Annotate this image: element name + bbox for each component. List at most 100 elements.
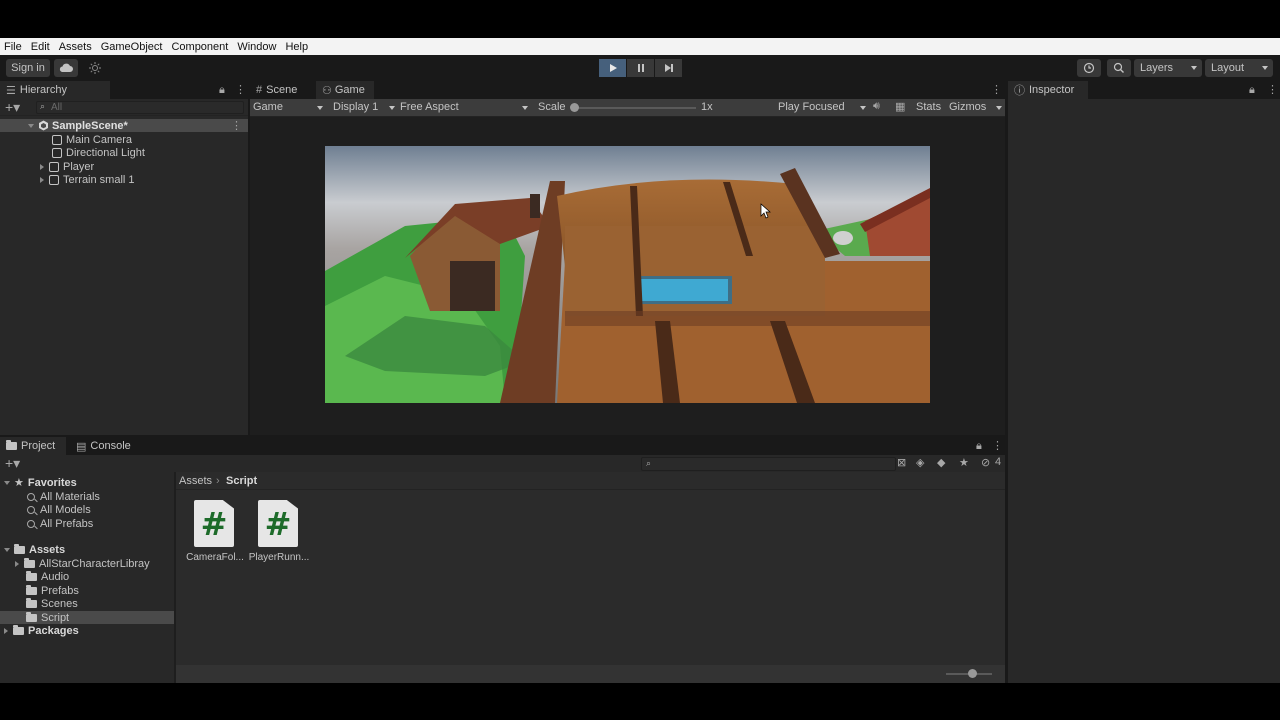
gameobject-icon (49, 161, 59, 172)
cloud-button[interactable] (54, 59, 78, 77)
expand-arrow-icon[interactable] (40, 176, 44, 183)
layers-dropdown[interactable]: Layers (1134, 59, 1202, 77)
stats-button[interactable]: Stats (916, 101, 941, 113)
aspect-dropdown[interactable]: Free Aspect (400, 101, 528, 115)
favorite-item-label: All Prefabs (40, 517, 94, 530)
search-icon (27, 519, 35, 528)
play-controls (599, 59, 682, 77)
scene-root[interactable]: SampleScene* ⋮ (0, 119, 248, 132)
assets-folder[interactable]: Assets (0, 543, 65, 556)
history-button[interactable] (1077, 59, 1101, 77)
search-button[interactable] (1107, 59, 1131, 77)
kebab-menu-icon[interactable]: ⋮ (991, 83, 1002, 96)
gizmos-label: Gizmos (949, 101, 987, 113)
project-folder-tree: ★ Favorites All Materials All Models All… (0, 473, 174, 683)
breadcrumb-script[interactable]: Script (226, 475, 257, 487)
kebab-menu-icon[interactable]: ⋮ (231, 119, 242, 132)
search-options-icon[interactable]: ⊠ (897, 456, 906, 469)
gizmos-dropdown[interactable]: Gizmos (949, 101, 1002, 115)
favorite-item-label: All Materials (40, 490, 100, 503)
hidden-eye-icon[interactable]: ⊘ (981, 456, 990, 469)
lock-icon[interactable]: 🔒︎ (1249, 84, 1255, 97)
script-glyph: # (264, 504, 292, 543)
csharp-script-icon[interactable]: # (194, 500, 234, 547)
tab-console[interactable]: ▤ Console (70, 437, 140, 455)
folder-icon (6, 440, 17, 450)
scale-slider-thumb[interactable] (570, 103, 579, 112)
favorites-label: Favorites (27, 476, 77, 489)
speaker-icon[interactable]: 🔊︎ (873, 100, 880, 113)
hierarchy-item-main-camera[interactable]: Main Camera (0, 133, 132, 146)
asset-file-label[interactable]: CameraFol... (184, 552, 246, 563)
filter-type-icon[interactable]: ◈ (916, 456, 924, 469)
folder-item-label: Scenes (41, 597, 78, 610)
favorites-header[interactable]: ★ Favorites (0, 476, 77, 489)
tab-hierarchy[interactable]: ☰ Hierarchy (0, 81, 110, 99)
sign-in-button[interactable]: Sign in (6, 59, 50, 77)
expand-arrow-icon[interactable] (4, 627, 8, 634)
step-button[interactable] (655, 59, 682, 77)
tag-icon[interactable]: ◆ (937, 456, 945, 469)
tab-game[interactable]: ⚇ Game (316, 81, 374, 99)
grid-icon[interactable]: ▦ (895, 100, 905, 113)
hierarchy-search-input[interactable]: ⌕ All (36, 101, 244, 114)
menu-help[interactable]: Help (285, 41, 308, 53)
splitter[interactable] (1005, 81, 1008, 683)
kebab-menu-icon[interactable]: ⋮ (992, 439, 1003, 452)
csharp-script-icon[interactable]: # (258, 500, 298, 547)
layout-label: Layout (1211, 62, 1245, 74)
tab-console-label: Console (90, 440, 131, 452)
packages-label: Packages (28, 624, 79, 637)
tab-inspector[interactable]: ⓘ Inspector (1008, 81, 1088, 99)
scale-slider-track[interactable] (574, 107, 696, 109)
play-mode-dropdown[interactable]: Play Focused (778, 101, 866, 115)
star-icon[interactable]: ★ (959, 456, 969, 469)
game-render-viewport[interactable] (325, 146, 930, 403)
play-button[interactable] (599, 59, 626, 77)
expand-arrow-icon[interactable] (15, 560, 19, 567)
folder-item-selected[interactable]: Script (0, 611, 174, 624)
kebab-menu-icon[interactable]: ⋮ (235, 83, 246, 96)
hierarchy-item-terrain[interactable]: Terrain small 1 (0, 173, 135, 186)
menu-assets[interactable]: Assets (59, 41, 92, 53)
folder-item[interactable]: Prefabs (0, 584, 79, 597)
favorite-item[interactable]: All Models (0, 503, 91, 516)
pause-button[interactable] (627, 59, 654, 77)
hierarchy-item-directional-light[interactable]: Directional Light (0, 146, 145, 159)
menu-edit[interactable]: Edit (31, 41, 50, 53)
layers-label: Layers (1140, 62, 1174, 74)
kebab-menu-icon[interactable]: ⋮ (1267, 83, 1278, 96)
splitter[interactable] (248, 81, 250, 435)
hierarchy-item-player[interactable]: Player (0, 160, 94, 173)
packages-folder[interactable]: Packages (0, 624, 79, 637)
asset-file-label[interactable]: PlayerRunn... (248, 552, 310, 563)
folder-icon (26, 611, 37, 622)
project-search-input[interactable]: ⌕ (641, 457, 896, 471)
menu-file[interactable]: File (4, 41, 22, 53)
display-dropdown[interactable]: Display 1 (333, 101, 395, 115)
favorite-item[interactable]: All Materials (0, 490, 100, 503)
game-mode-dropdown[interactable]: Game (253, 101, 323, 115)
folder-item[interactable]: Audio (0, 570, 69, 583)
splitter[interactable] (0, 435, 1005, 437)
collab-button[interactable] (84, 59, 106, 77)
icon-size-slider-thumb[interactable] (968, 669, 977, 678)
folder-item[interactable]: Scenes (0, 597, 78, 610)
menu-window[interactable]: Window (237, 41, 276, 53)
tab-scene[interactable]: # Scene (250, 81, 312, 99)
unity-scene-icon (39, 120, 48, 131)
menu-gameobject[interactable]: GameObject (101, 41, 163, 53)
expand-arrow-icon[interactable] (40, 163, 44, 170)
favorite-item[interactable]: All Prefabs (0, 517, 93, 530)
lock-icon[interactable]: 🔒︎ (219, 84, 225, 97)
add-icon[interactable]: +▾ (5, 455, 20, 472)
layout-dropdown[interactable]: Layout (1205, 59, 1273, 77)
folder-item[interactable]: AllStarCharacterLibray (0, 557, 150, 570)
project-panel: +▾ ⌕ ⊠ ◈ ◆ ★ ⊘ 4 ★ Favorites All Materia… (0, 455, 1005, 683)
tab-project[interactable]: Project (0, 437, 66, 455)
lock-icon[interactable]: 🔒︎ (976, 440, 982, 453)
menu-component[interactable]: Component (171, 41, 228, 53)
play-mode-label: Play Focused (778, 101, 845, 113)
add-icon[interactable]: +▾ (5, 99, 20, 116)
breadcrumb-assets[interactable]: Assets (179, 475, 212, 487)
